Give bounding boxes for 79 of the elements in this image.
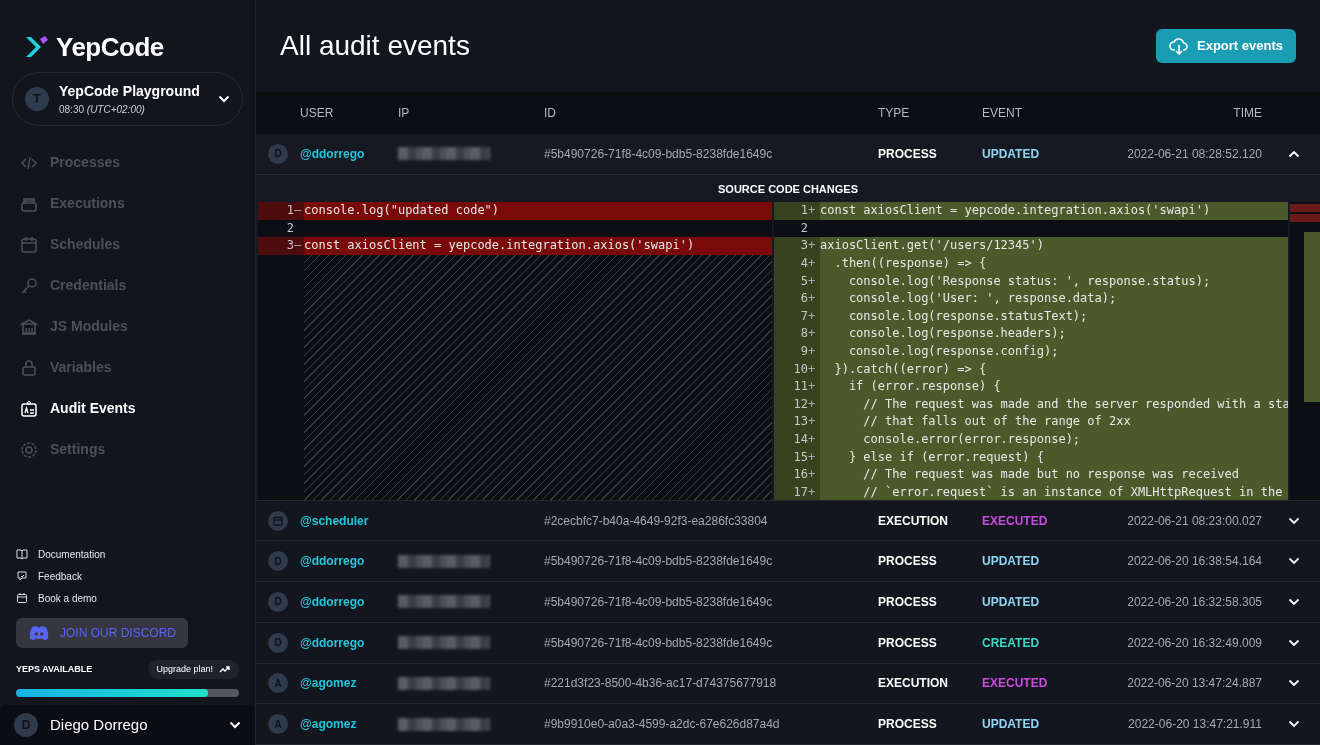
sidebar-link[interactable]: Feedback: [16, 568, 239, 584]
chevron-down-icon: [1288, 516, 1300, 525]
sidebar-link[interactable]: Book a demo: [16, 590, 239, 606]
event-name: UPDATED: [982, 145, 1041, 163]
event-time: 2022-06-21 08:23:00.027: [1126, 512, 1262, 530]
chevron-up-icon: [1288, 149, 1300, 158]
id-card-icon: [20, 399, 38, 418]
event-name: EXECUTED: [982, 512, 1049, 530]
user-link[interactable]: @scheduler: [300, 511, 398, 530]
event-type: PROCESS: [878, 145, 938, 163]
column-header: EVENT: [982, 105, 1023, 123]
event-time: 2022-06-20 13:47:24.887: [1126, 675, 1262, 693]
event-type: PROCESS: [878, 594, 938, 611]
event-id: #9b9910e0-a0a3-4599-a2dc-67e626d87a4d: [544, 716, 781, 734]
event-type: PROCESS: [878, 634, 938, 652]
event-name: UPDATED: [982, 716, 1041, 734]
calendar-icon: [273, 515, 283, 526]
event-id: #5b490726-71f8-4c09-bdb5-8238fde1649c: [544, 145, 774, 163]
calendar-icon: [16, 592, 28, 604]
event-id: #5b490726-71f8-4c09-bdb5-8238fde1649c: [544, 634, 774, 652]
key-icon: [20, 276, 38, 295]
user-link[interactable]: @agomez: [300, 715, 398, 734]
event-time: 2022-06-20 16:32:58.305: [1126, 594, 1262, 611]
event-id: #5b490726-71f8-4c09-bdb5-8238fde1649c: [544, 553, 774, 571]
chevron-down-icon: [218, 95, 230, 103]
column-header: TIME: [1232, 105, 1262, 123]
event-name: UPDATED: [982, 553, 1041, 571]
nav-item[interactable]: Audit Events: [12, 388, 243, 429]
page-title: All audit events: [280, 29, 470, 63]
chat-icon: [16, 570, 28, 582]
event-time: 2022-06-20 13:47:21.911: [1127, 716, 1262, 734]
workspace-name: YepCode Playground: [59, 82, 201, 101]
user-link[interactable]: @agomez: [300, 674, 398, 693]
diff-title: SOURCE CODE CHANGES: [717, 181, 859, 197]
calendar-icon: [20, 235, 38, 254]
column-header: TYPE: [878, 105, 911, 123]
event-type: PROCESS: [878, 553, 938, 571]
user-link[interactable]: @ddorrego: [300, 633, 398, 652]
event-name: UPDATED: [982, 594, 1041, 611]
user-name: Diego Dorrego: [50, 714, 149, 735]
workspace-time: 08:30: [59, 104, 85, 115]
building-icon: [20, 317, 38, 336]
event-time: 2022-06-21 08:28:52.120: [1126, 145, 1262, 163]
workspace-timezone: (UTC+02:00): [86, 104, 145, 115]
event-id: #5b490726-71f8-4c09-bdb5-8238fde1649c: [544, 594, 774, 611]
cloud-download-icon: [1169, 37, 1189, 56]
trend-up-icon: [219, 665, 231, 674]
sidebar-link[interactable]: Documentation: [16, 546, 239, 562]
chevron-down-icon: [1288, 598, 1300, 606]
chevron-down-icon: [1288, 638, 1300, 647]
event-id: #221d3f23-8500-4b36-ac17-d74375677918: [544, 675, 778, 693]
event-name: CREATED: [982, 634, 1041, 652]
event-type: EXECUTION: [878, 512, 949, 530]
user-link[interactable]: @ddorrego: [300, 144, 398, 163]
chevron-down-icon: [229, 721, 241, 729]
chevron-down-icon: [1288, 679, 1300, 688]
upgrade-button[interactable]: Upgrade plan!: [148, 659, 239, 679]
column-header: ID: [544, 105, 557, 123]
event-type: PROCESS: [878, 716, 938, 734]
code-line: 2: [799, 219, 809, 237]
event-time: 2022-06-20 16:38:54.164: [1126, 553, 1262, 571]
column-header: USER: [300, 105, 335, 123]
event-id: #2cecbfc7-b40a-4649-92f3-ea286fc33804: [544, 512, 769, 530]
game-controller-icon: [28, 623, 50, 642]
column-header: IP: [398, 105, 411, 123]
chevron-down-icon: [1288, 557, 1300, 566]
book-icon: [16, 548, 28, 560]
lock-icon: [20, 358, 38, 377]
event-type: EXECUTION: [878, 675, 949, 693]
logo-icon: [24, 35, 50, 59]
user-link[interactable]: @ddorrego: [300, 593, 398, 611]
code-line: 2: [285, 219, 295, 237]
event-time: 2022-06-20 16:32:49.009: [1126, 634, 1262, 652]
user-link[interactable]: @ddorrego: [300, 552, 398, 571]
yeps-label: YEPS AVAILABLE: [16, 662, 93, 676]
chevron-down-icon: [1288, 720, 1300, 729]
event-name: EXECUTED: [982, 675, 1049, 693]
settings-icon: [20, 440, 38, 459]
brand-name: YepCode: [56, 30, 164, 64]
